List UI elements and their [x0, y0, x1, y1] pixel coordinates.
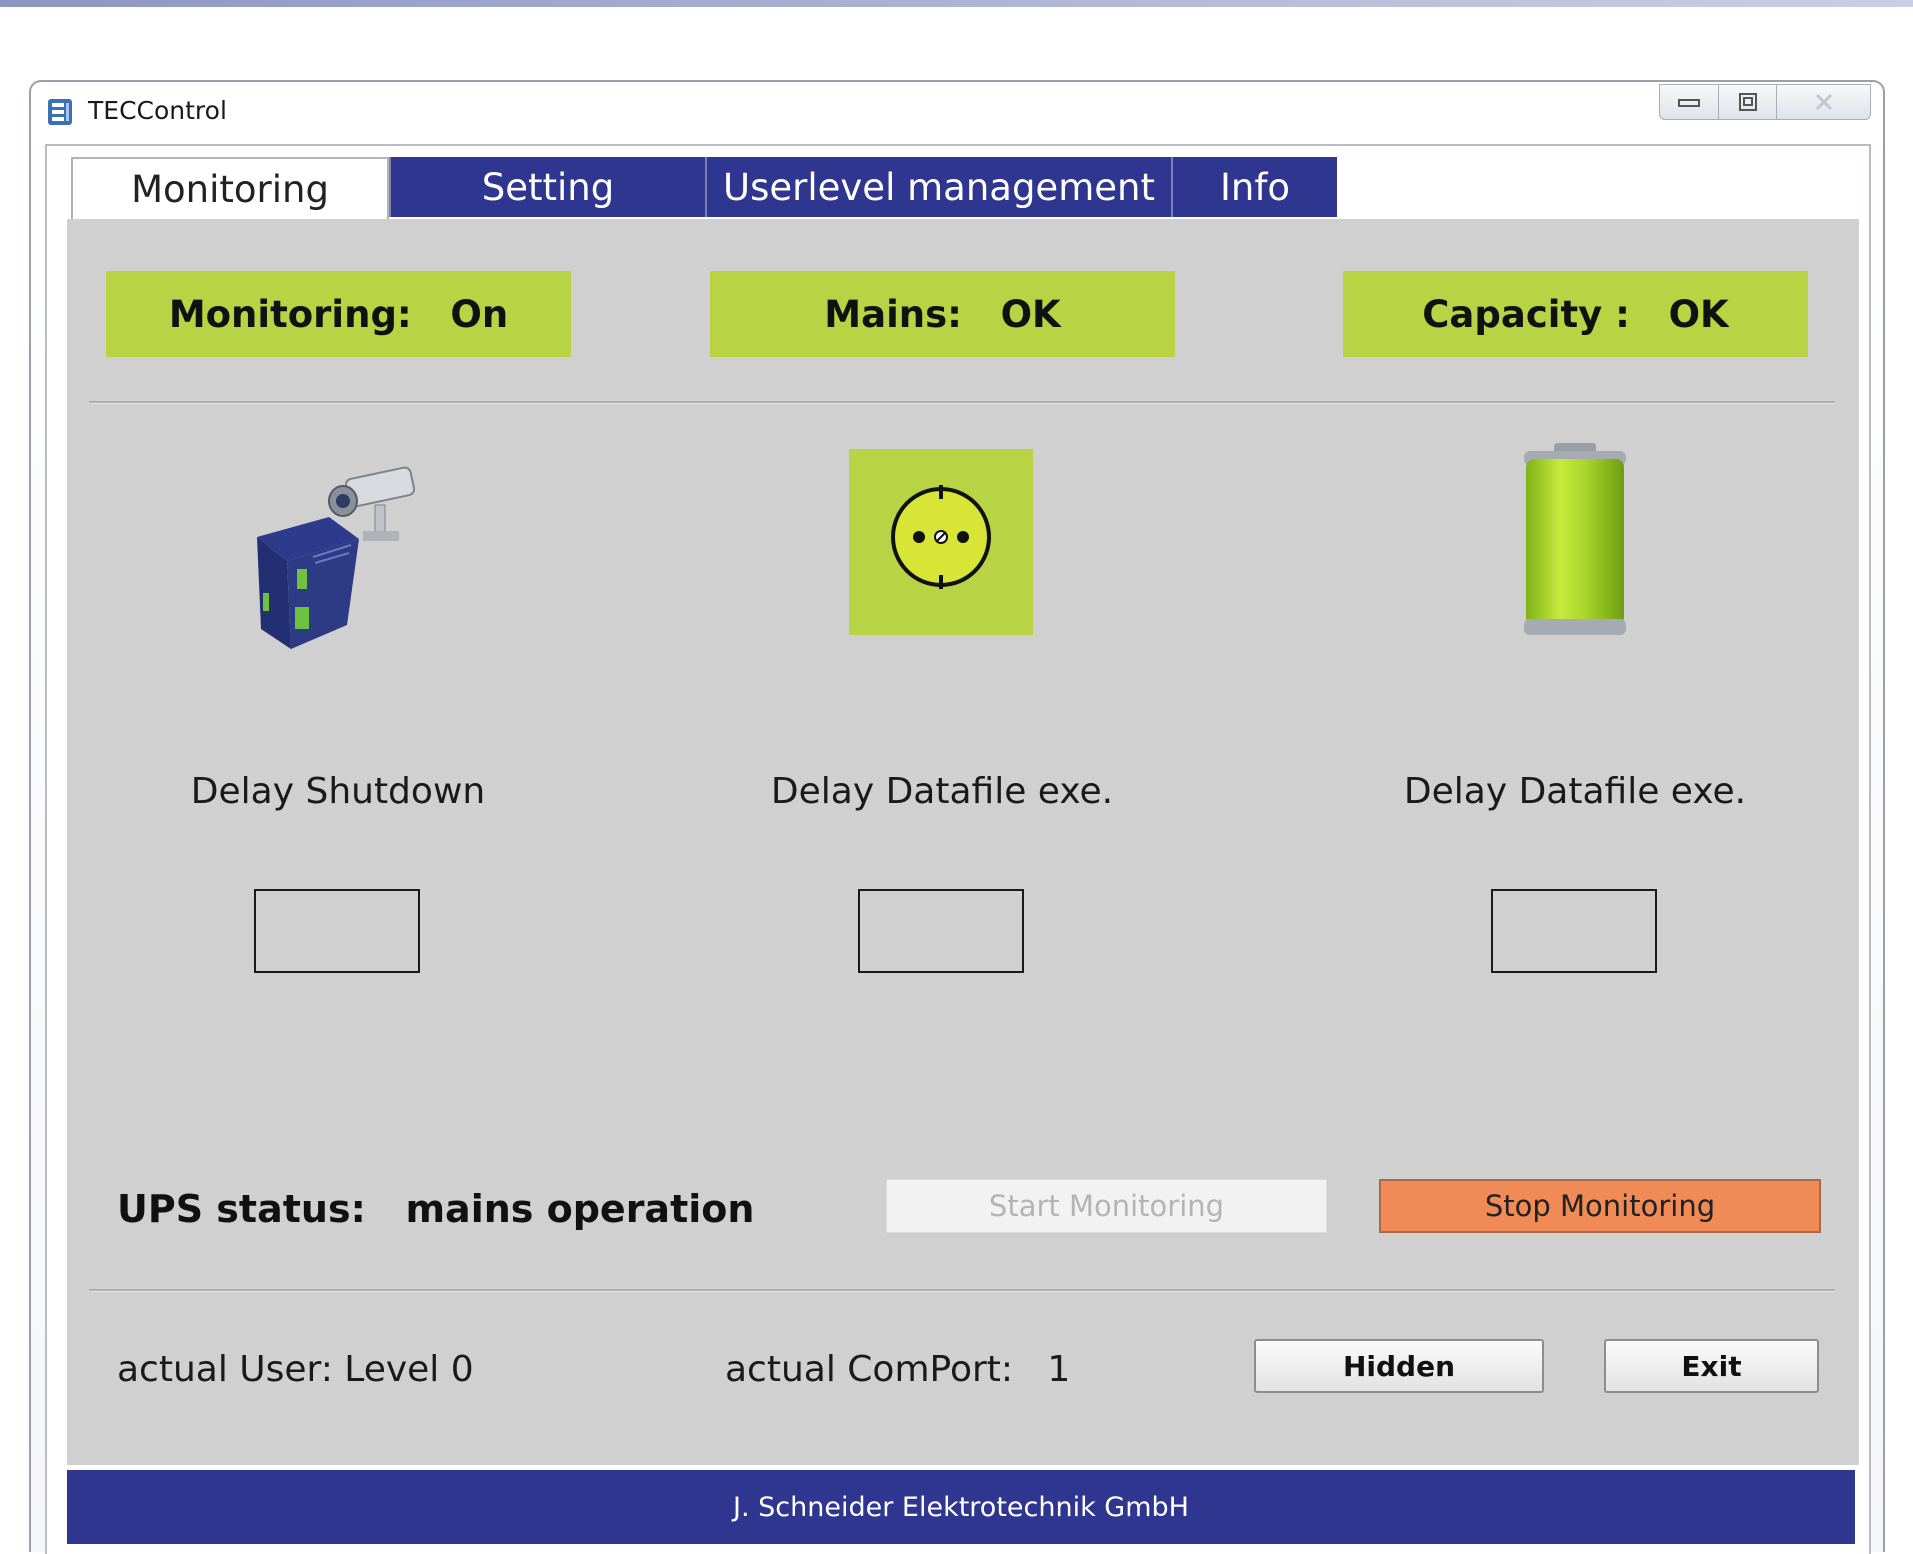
capacity-status-badge: Capacity : OK	[1343, 271, 1808, 357]
tab-label: Setting	[481, 165, 615, 209]
divider	[89, 401, 1835, 404]
monitoring-panel: Monitoring: On Mains: OK Capacity : OK D…	[67, 219, 1859, 1465]
tab-userlevel-management[interactable]: Userlevel management	[705, 157, 1171, 217]
actual-user-label: actual User: Level 0	[117, 1349, 474, 1390]
tab-label: Info	[1219, 165, 1291, 209]
delay-shutdown-field[interactable]	[254, 889, 420, 973]
stop-monitoring-button[interactable]: Stop Monitoring	[1379, 1179, 1821, 1233]
device-camera-icon	[255, 465, 420, 654]
battery-icon	[1520, 443, 1630, 643]
delay-datafile-label: Delay Datafile exe.	[770, 771, 1114, 812]
delay-datafile-field[interactable]	[1491, 889, 1657, 973]
restore-icon[interactable]	[1719, 84, 1777, 120]
tab-setting[interactable]: Setting	[389, 157, 705, 217]
caption-buttons	[1659, 84, 1871, 122]
start-monitoring-button[interactable]: Start Monitoring	[886, 1179, 1327, 1233]
app-icon	[47, 98, 73, 126]
tab-label: Userlevel management	[723, 165, 1155, 209]
delay-datafile-label: Delay Datafile exe.	[1403, 771, 1747, 812]
divider	[89, 1289, 1835, 1292]
hidden-button[interactable]: Hidden	[1254, 1339, 1544, 1393]
ups-status-text: UPS status: mains operation	[117, 1187, 755, 1231]
tab-strip: Monitoring Setting Userlevel management …	[71, 157, 1337, 219]
window-title: TECControl	[88, 96, 227, 125]
power-socket-icon	[849, 449, 1033, 639]
tab-label: Monitoring	[131, 167, 329, 211]
actual-comport-label: actual ComPort: 1	[725, 1349, 1071, 1390]
mains-status-badge: Mains: OK	[710, 271, 1175, 357]
tab-info[interactable]: Info	[1171, 157, 1337, 217]
delay-shutdown-label: Delay Shutdown	[190, 771, 486, 812]
monitoring-status-badge: Monitoring: On	[106, 271, 571, 357]
close-icon[interactable]	[1777, 84, 1871, 120]
footer-bar: J. Schneider Elektrotechnik GmbH	[67, 1470, 1855, 1544]
desktop-top-strip	[0, 0, 1913, 7]
tab-monitoring[interactable]: Monitoring	[71, 157, 389, 219]
minimize-icon[interactable]	[1659, 84, 1719, 120]
company-name: J. Schneider Elektrotechnik GmbH	[733, 1491, 1189, 1523]
exit-button[interactable]: Exit	[1604, 1339, 1819, 1393]
delay-datafile-field[interactable]	[858, 889, 1024, 973]
